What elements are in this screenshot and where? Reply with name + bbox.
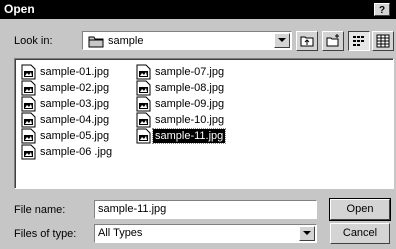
title-bar[interactable]: Open ? [0,0,396,19]
up-folder-icon [300,36,314,47]
image-file-icon [136,128,151,147]
image-file-icon [21,144,36,163]
file-list[interactable]: sample-01.jpg sample-02.jpg sample-03.jpg s… [14,58,394,189]
file-item-label: sample-06 .jpg [40,146,113,158]
file-item-label: sample-07.jpg [155,66,225,78]
files-of-type-dropdown-button[interactable] [299,226,315,241]
file-item-label: sample-08.jpg [155,82,225,94]
file-item-label: sample-01.jpg [40,66,110,78]
new-folder-button[interactable] [322,31,344,51]
details-view-icon [376,34,390,48]
open-button[interactable]: Open [329,198,391,221]
file-name-value: sample-11.jpg [98,203,167,215]
file-item-label: sample-03.jpg [40,98,110,110]
file-list-inner: sample-01.jpg sample-02.jpg sample-03.jpg s… [15,59,393,188]
help-button[interactable]: ? [374,3,390,16]
new-folder-icon [326,34,339,47]
chevron-down-icon [278,38,286,42]
file-item-label: sample-05.jpg [40,130,110,142]
look-in-value: sample [108,35,144,47]
file-name-label: File name: [14,204,66,216]
file-item-label: sample-09.jpg [155,98,225,110]
file-item-label: sample-04.jpg [40,114,110,126]
look-in-label: Look in: [14,35,53,47]
files-of-type-dropdown[interactable]: All Types [94,224,317,243]
details-view-button[interactable] [372,31,394,51]
folder-icon [88,34,104,51]
files-of-type-label: Files of type: [14,228,77,240]
file-item-label: sample-10.jpg [155,114,225,126]
chevron-down-icon [303,231,311,235]
look-in-dropdown-button[interactable] [274,33,290,48]
file-name-input[interactable]: sample-11.jpg [94,200,317,219]
file-item-label: sample-02.jpg [40,82,110,94]
dialog-title: Open [4,2,35,16]
list-view-icon [353,36,364,46]
cancel-button[interactable]: Cancel [330,223,390,244]
list-view-button[interactable] [348,31,370,51]
file-item-label: sample-11.jpg [151,128,227,144]
look-in-dropdown[interactable]: sample [82,31,292,50]
files-of-type-value: All Types [98,227,143,239]
up-one-level-button[interactable] [296,31,318,51]
